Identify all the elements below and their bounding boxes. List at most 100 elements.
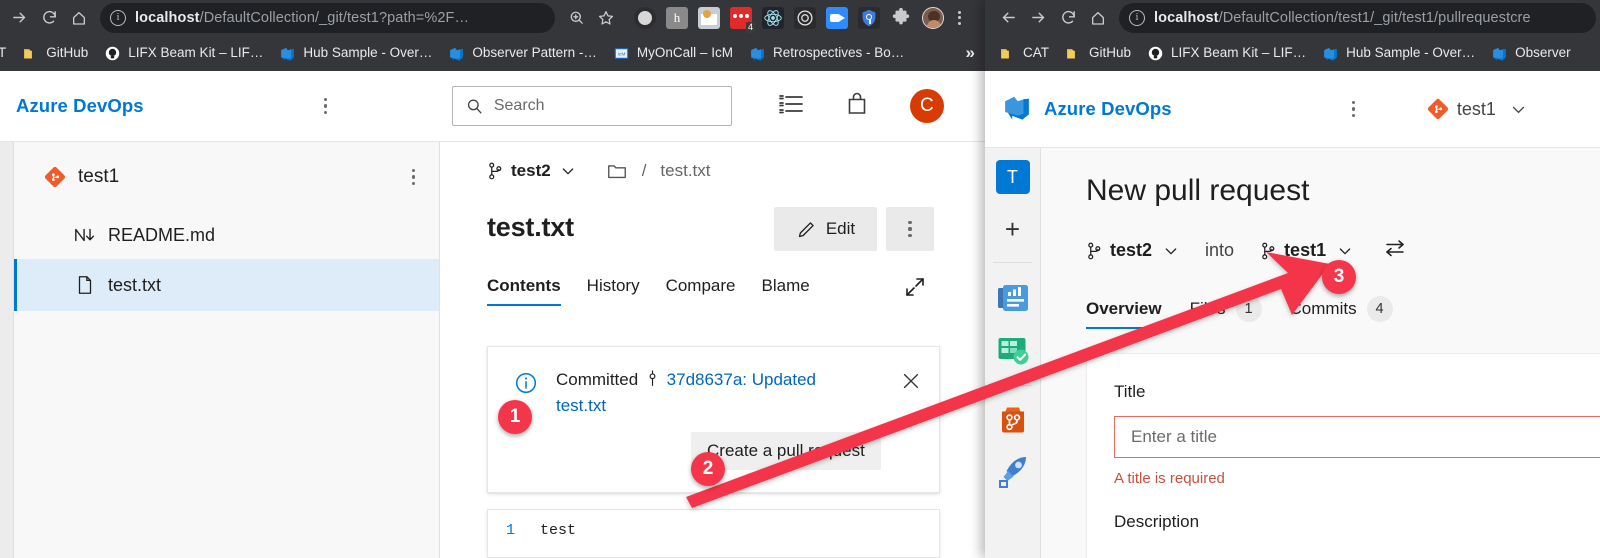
chrome-menu-icon[interactable] [949,7,969,29]
search-input[interactable]: Search [451,86,732,126]
bookmark-label: Hub Sample - Over… [303,45,433,61]
file-tabs: Contents History Compare Blame [487,276,810,306]
react-devtools-extension-icon[interactable] [762,6,784,29]
bookmark-label: LIFX Beam Kit – LIF… [128,45,264,61]
avatar[interactable]: C [909,89,944,123]
ado-brand[interactable]: Azure DevOps [16,95,144,117]
tree-item-readme[interactable]: README.md [14,211,439,259]
file-more-button[interactable] [886,207,934,251]
bookmark-label: Hub Sample - Over… [1346,45,1476,61]
bookmark-star-icon[interactable] [591,3,621,33]
chevron-down-icon[interactable] [1163,243,1179,259]
bookmark-label: CAT [1023,45,1049,61]
home-icon[interactable] [64,3,94,33]
step-2-number: 2 [702,458,714,479]
bookmark-item[interactable]: Observer [1483,40,1579,66]
bookmark-item[interactable]: Hub Sample - Over… [271,40,440,66]
bookmark-item[interactable]: LIFX Beam Kit – LIF… [1139,40,1314,66]
messaging-extension-icon[interactable]: 4 [730,6,755,33]
chevron-down-icon[interactable] [560,163,576,179]
source-branch-picker[interactable]: test2 [1086,240,1179,261]
right-address-bar[interactable]: i localhost/DefaultCollection/test1/_git… [1119,2,1596,33]
azure-repos-icon [44,166,66,188]
target-branch-picker[interactable]: test1 [1260,240,1353,261]
bookmark-item[interactable]: GitHub [14,40,96,66]
info-icon [514,371,538,400]
pr-title-input[interactable]: Enter a title [1114,416,1600,458]
close-icon[interactable] [900,370,922,397]
search-icon [467,98,482,114]
chevron-down-icon[interactable] [1337,243,1353,259]
left-ado-header: Azure DevOps Search C [0,71,985,142]
tab-contents[interactable]: Contents [487,276,561,306]
bookmark-item[interactable]: CAT [991,40,1057,66]
fullscreen-expand-icon[interactable] [903,275,927,304]
tab-overview[interactable]: Overview [1086,299,1162,329]
tab-commits[interactable]: Commits 4 [1290,296,1393,332]
marketplace-bag-icon[interactable] [846,92,868,121]
bookmark-item[interactable]: Hub Sample - Over… [1314,40,1483,66]
video-extension-icon[interactable] [826,6,848,29]
more-options-icon[interactable] [1351,101,1355,117]
right-url-text: localhost/DefaultCollection/test1/_git/t… [1154,10,1531,26]
profile-avatar-icon[interactable] [922,6,944,29]
back-icon[interactable] [993,3,1023,33]
azure-repos-icon [1427,98,1448,120]
swap-branches-icon[interactable] [1383,236,1407,265]
bookmark-item[interactable]: GitHub [1057,40,1139,66]
tab-commits-count: 4 [1366,296,1393,322]
page-title: New pull request [1086,174,1309,208]
tab-blame[interactable]: Blame [762,276,810,306]
rail-item-repos[interactable] [985,386,1040,436]
work-items-icon[interactable] [778,93,804,120]
puzzle-extensions-icon[interactable] [890,7,912,29]
home-icon[interactable] [1083,3,1113,33]
honey-extension-icon[interactable]: h [666,6,688,29]
tree-item-test-txt[interactable]: test.txt [14,259,439,311]
rail-item-pipelines[interactable] [985,436,1040,488]
bookmarks-overflow-button[interactable]: » [960,43,981,63]
bookmark-item[interactable]: IcM MyOnCall – IcM [605,40,741,66]
site-info-icon[interactable]: i [110,9,126,26]
bookmark-item[interactable]: Retrospectives - Bo… [741,40,912,66]
azure-devops-icon [1493,47,1506,61]
rail-item-boards[interactable] [985,315,1040,367]
password-extension-icon[interactable] [858,6,880,29]
tree-item-label: test.txt [108,274,162,295]
tab-compare[interactable]: Compare [666,276,736,306]
url-host: localhost [1154,9,1219,26]
chevron-down-icon[interactable] [1510,101,1527,118]
forward-icon[interactable] [1023,3,1053,33]
rail-item-project-avatar[interactable]: T [985,148,1040,194]
rail-avatar-letter: T [1007,166,1018,187]
bookmark-item[interactable]: AT [0,40,14,66]
bookmark-item[interactable]: Observer Pattern -… [440,40,605,66]
reload-icon[interactable] [34,3,64,33]
branch-icon [1262,242,1275,259]
rail-item-overview[interactable] [985,263,1040,315]
grammar-extension-icon[interactable] [634,6,656,29]
tree-repo-row[interactable]: test1 [14,153,439,201]
more-options-icon[interactable] [323,98,327,114]
forward-icon[interactable] [4,3,34,33]
more-options-icon[interactable] [411,169,415,185]
left-address-bar[interactable]: i localhost/DefaultCollection/_git/test1… [100,2,555,33]
target-extension-icon[interactable] [794,6,816,29]
url-path: /DefaultCollection/_git/test1?path=%2F… [199,9,470,26]
reload-icon[interactable] [1053,3,1083,33]
project-picker[interactable]: test1 [1427,98,1527,120]
create-pr-label: Create a pull request [707,441,865,460]
commit-icon [649,370,656,386]
rail-item-new[interactable]: + [985,194,1040,262]
tab-history[interactable]: History [587,276,640,306]
bookmark-item[interactable]: LIFX Beam Kit – LIF… [96,40,271,66]
azure-devops-logo-icon[interactable] [1002,92,1032,127]
tab-files[interactable]: Files 1 [1190,296,1262,332]
site-info-icon[interactable]: i [1129,9,1145,26]
zoom-in-icon[interactable] [561,3,591,33]
edit-button[interactable]: Edit [774,207,877,251]
folder-icon[interactable] [606,160,628,182]
chrome-store-extension-icon[interactable] [698,6,720,29]
breadcrumb-file: test.txt [660,161,711,180]
breadcrumb-branch[interactable]: test2 [511,161,551,181]
